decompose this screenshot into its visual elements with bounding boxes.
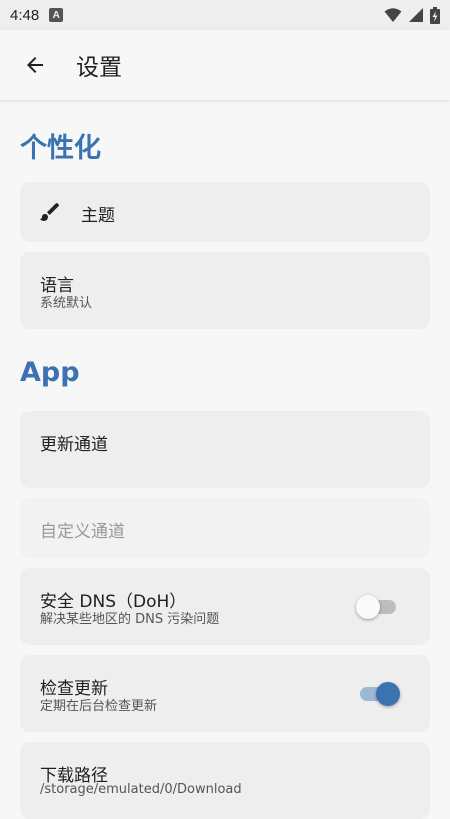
language-setting-value: 系统默认: [40, 296, 93, 311]
back-button[interactable]: [0, 30, 70, 100]
theme-setting[interactable]: 主题: [20, 182, 430, 242]
check-updates-toggle[interactable]: [356, 681, 400, 707]
arrow-back-icon: [27, 57, 43, 73]
status-bar: 4:48 A: [0, 0, 450, 30]
secure-dns-toggle[interactable]: [356, 594, 400, 620]
toggle-thumb: [376, 682, 400, 706]
status-time: 4:48: [10, 6, 40, 24]
language-setting[interactable]: 语言 系统默认: [20, 252, 430, 329]
update-channel-label: 更新通道: [40, 435, 108, 455]
theme-setting-label: 主题: [81, 206, 115, 226]
page-title: 设置: [76, 55, 122, 81]
download-path-setting[interactable]: 下载路径 /storage/emulated/0/Download: [20, 742, 430, 819]
download-path-value: /storage/emulated/0/Download: [40, 782, 242, 797]
secure-dns-description: 解决某些地区的 DNS 污染问题: [40, 612, 220, 627]
status-icons: [384, 6, 440, 24]
app-bar: 设置: [0, 30, 450, 100]
check-updates-description: 定期在后台检查更新: [40, 699, 158, 714]
check-updates-setting[interactable]: 检查更新 定期在后台检查更新: [20, 655, 430, 732]
section-title-personalize: 个性化: [20, 133, 101, 164]
notification-icon: A: [49, 8, 64, 22]
custom-channel-field: 自定义通道: [20, 498, 430, 558]
brush-icon: [40, 203, 59, 221]
toggle-thumb: [356, 595, 380, 619]
wifi-icon: [384, 8, 402, 22]
custom-channel-placeholder: 自定义通道: [40, 522, 125, 542]
update-channel-setting[interactable]: 更新通道: [20, 411, 430, 488]
section-title-app: App: [20, 357, 80, 388]
secure-dns-setting[interactable]: 安全 DNS（DoH） 解决某些地区的 DNS 污染问题: [20, 568, 430, 645]
cellular-signal-icon: [409, 8, 423, 22]
battery-charging-icon: [430, 6, 440, 24]
